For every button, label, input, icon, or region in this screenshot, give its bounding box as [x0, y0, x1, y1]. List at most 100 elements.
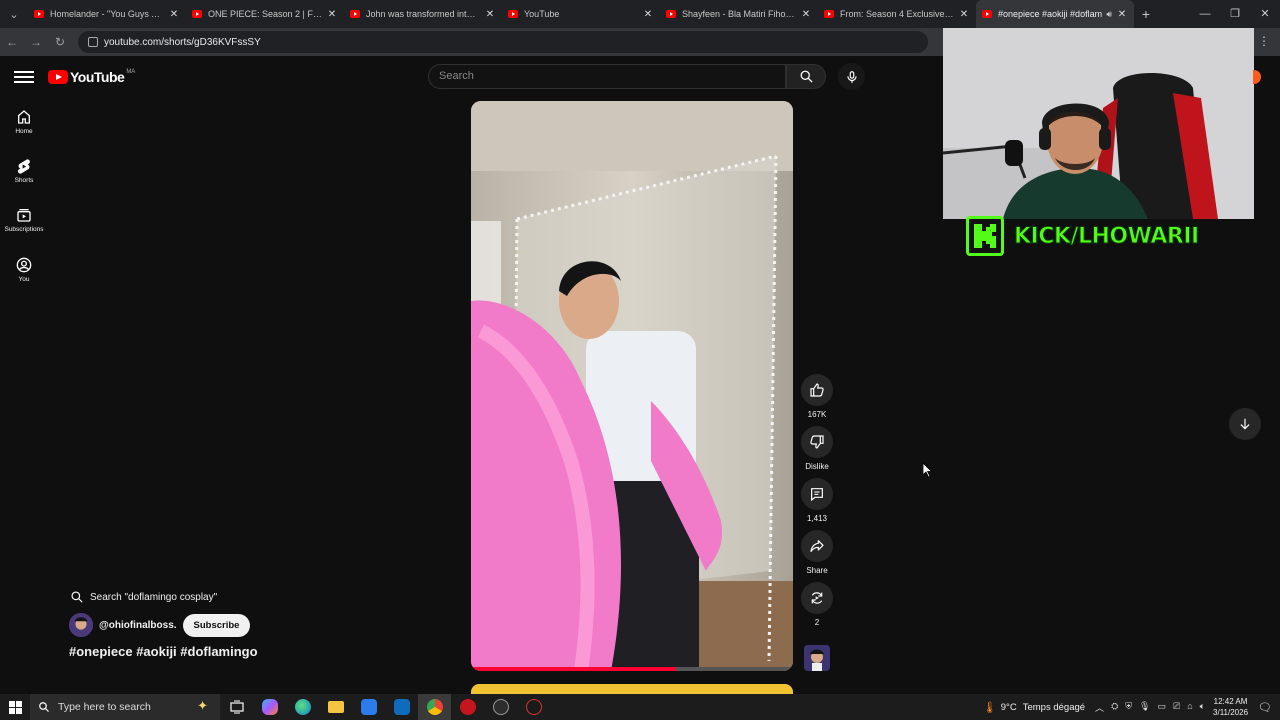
youtube-favicon-icon — [350, 10, 360, 18]
nav-you[interactable]: You — [0, 256, 48, 283]
nav-subscriptions[interactable]: Subscriptions — [0, 206, 48, 233]
close-tab-icon[interactable]: ✕ — [958, 9, 970, 20]
search-button[interactable] — [786, 64, 826, 89]
browser-tab[interactable]: John was transformed into a Te ✕ — [344, 0, 502, 28]
nav-shorts[interactable]: Shorts — [0, 157, 48, 184]
address-bar[interactable]: youtube.com/shorts/gD36KVFssSY — [78, 31, 928, 53]
file-explorer-icon[interactable] — [319, 694, 352, 720]
youtube-favicon-icon — [982, 10, 992, 18]
home-icon — [18, 110, 30, 124]
notifications-icon[interactable]: 🗨︎ — [1258, 701, 1272, 714]
close-tab-icon[interactable]: ✕ — [326, 9, 338, 20]
chevron-up-icon[interactable]: ︿ — [1095, 701, 1104, 714]
app-cursor-icon[interactable] — [517, 694, 550, 720]
channel-avatar-small[interactable] — [804, 645, 830, 671]
youtube-favicon-icon — [824, 10, 834, 18]
taskbar-search-text: Type here to search — [58, 701, 151, 713]
site-info-icon[interactable] — [88, 37, 98, 47]
start-button[interactable] — [0, 700, 30, 714]
arrow-down-icon — [1240, 418, 1250, 430]
copilot-icon[interactable] — [253, 694, 286, 720]
subscribe-button[interactable]: Subscribe — [182, 613, 251, 637]
share-button[interactable]: Share — [800, 530, 834, 575]
chrome-icon[interactable] — [418, 694, 451, 720]
browser-tab[interactable]: ONE PIECE: Season 2 | Final Tra ✕ — [186, 0, 344, 28]
close-tab-icon[interactable]: ✕ — [484, 9, 496, 20]
4k-downloader-icon[interactable] — [484, 694, 517, 720]
display-icon[interactable]: ⎚ — [1173, 701, 1180, 714]
kick-logo-icon — [966, 216, 1004, 256]
network-icon[interactable]: ⌂ — [1187, 701, 1192, 714]
maximize-icon[interactable]: ❐ — [1220, 0, 1250, 28]
battery-icon[interactable]: ▭ — [1157, 701, 1166, 714]
remix-button[interactable]: 2 — [800, 582, 834, 627]
close-tab-icon[interactable]: ✕ — [168, 9, 180, 20]
browser-menu-icon[interactable]: ⋮ — [1258, 34, 1270, 48]
comments-button[interactable]: 1,413 — [800, 478, 834, 523]
thumbs-down-icon — [810, 435, 824, 449]
app-red-icon[interactable] — [451, 694, 484, 720]
browser-tab[interactable]: Homelander - "You Guys Are Th ✕ — [28, 0, 186, 28]
browser-tab[interactable]: YouTube ✕ — [502, 0, 660, 28]
nav-home[interactable]: Home — [0, 108, 48, 135]
weather-widget[interactable]: 🌡︎ 9°C Temps dégagé — [983, 701, 1085, 714]
youtube-favicon-icon — [666, 10, 676, 18]
back-icon[interactable]: ← — [0, 35, 24, 49]
nav-label: Home — [15, 128, 33, 135]
sparkle-icon: ✦ — [197, 698, 208, 713]
hamburger-menu-icon[interactable] — [14, 68, 34, 86]
minimize-icon[interactable]: — — [1190, 0, 1220, 28]
volume-icon[interactable]: 🔈︎ — [1200, 701, 1205, 714]
forward-icon[interactable]: → — [24, 35, 48, 49]
search-input[interactable]: Search — [428, 64, 786, 89]
task-view-glyph — [229, 700, 244, 714]
share-icon — [810, 540, 824, 552]
next-video-button[interactable] — [1229, 408, 1261, 440]
channel-avatar[interactable] — [69, 613, 93, 637]
close-tab-icon[interactable]: ✕ — [1116, 9, 1128, 20]
reload-icon[interactable]: ↻ — [48, 35, 72, 49]
share-label: Share — [806, 566, 828, 575]
microphone-icon — [846, 70, 857, 83]
tray-shield-icon[interactable]: ⛨ — [1125, 701, 1132, 714]
taskbar-search-box[interactable]: Type here to search ✦ — [30, 694, 220, 720]
comment-count: 1,413 — [806, 514, 828, 523]
new-tab-icon[interactable]: + — [1134, 6, 1158, 22]
close-tab-icon[interactable]: ✕ — [800, 9, 812, 20]
channel-info: @ohiofinalboss. Subscribe — [69, 613, 251, 637]
browser-tab[interactable]: From: Season 4 Exclusive Traile ✕ — [818, 0, 976, 28]
shorts-video-player[interactable] — [471, 101, 793, 671]
window-controls: — ❐ ✕ — [1190, 0, 1280, 28]
dislike-button[interactable]: Dislike — [800, 426, 834, 471]
nav-label: Shorts — [14, 177, 34, 184]
related-search-chip[interactable]: Search "doflamingo cosplay" — [70, 587, 217, 607]
close-window-icon[interactable]: ✕ — [1250, 0, 1280, 28]
browser-tab-active[interactable]: #onepiece #aokiji #doflam 🔊︎ ✕ — [976, 0, 1134, 28]
speaker-icon[interactable]: 🔊︎ — [1106, 9, 1112, 20]
notification-badge[interactable] — [1253, 70, 1261, 84]
edge-icon[interactable] — [286, 694, 319, 720]
youtube-favicon-icon — [508, 10, 518, 18]
voice-search-button[interactable] — [838, 63, 865, 90]
youtube-favicon-icon — [34, 10, 44, 18]
task-view-icon[interactable] — [220, 694, 253, 720]
like-button[interactable]: 167K — [800, 374, 834, 419]
youtube-logo[interactable]: YouTube MA — [48, 69, 135, 85]
video-frame — [471, 101, 793, 671]
video-hashtags[interactable]: #onepiece #aokiji #doflamingo — [69, 644, 258, 659]
store-icon[interactable] — [352, 694, 385, 720]
taskbar-clock[interactable]: 12:42 AM 3/11/2026 — [1213, 696, 1248, 718]
channel-name[interactable]: @ohiofinalboss. — [99, 620, 177, 631]
outlook-icon[interactable] — [385, 694, 418, 720]
search-bar: Search — [428, 64, 826, 89]
browser-tab[interactable]: Shayfeen - Bla Matiri Fihoum (✕ — [660, 0, 818, 28]
avatar-image — [804, 645, 830, 671]
logo-text: YouTube — [70, 69, 125, 85]
close-tab-icon[interactable]: ✕ — [642, 9, 654, 20]
tray-app-icon[interactable]: ⛭ — [1111, 701, 1118, 714]
microphone-tray-icon[interactable]: 🎙︎ — [1139, 701, 1150, 714]
next-short-preview[interactable] — [471, 684, 793, 694]
thumbs-up-icon — [810, 383, 824, 397]
thermometer-icon: 🌡︎ — [982, 701, 997, 714]
tab-search-chevron-icon[interactable]: ⌄ — [0, 0, 28, 28]
